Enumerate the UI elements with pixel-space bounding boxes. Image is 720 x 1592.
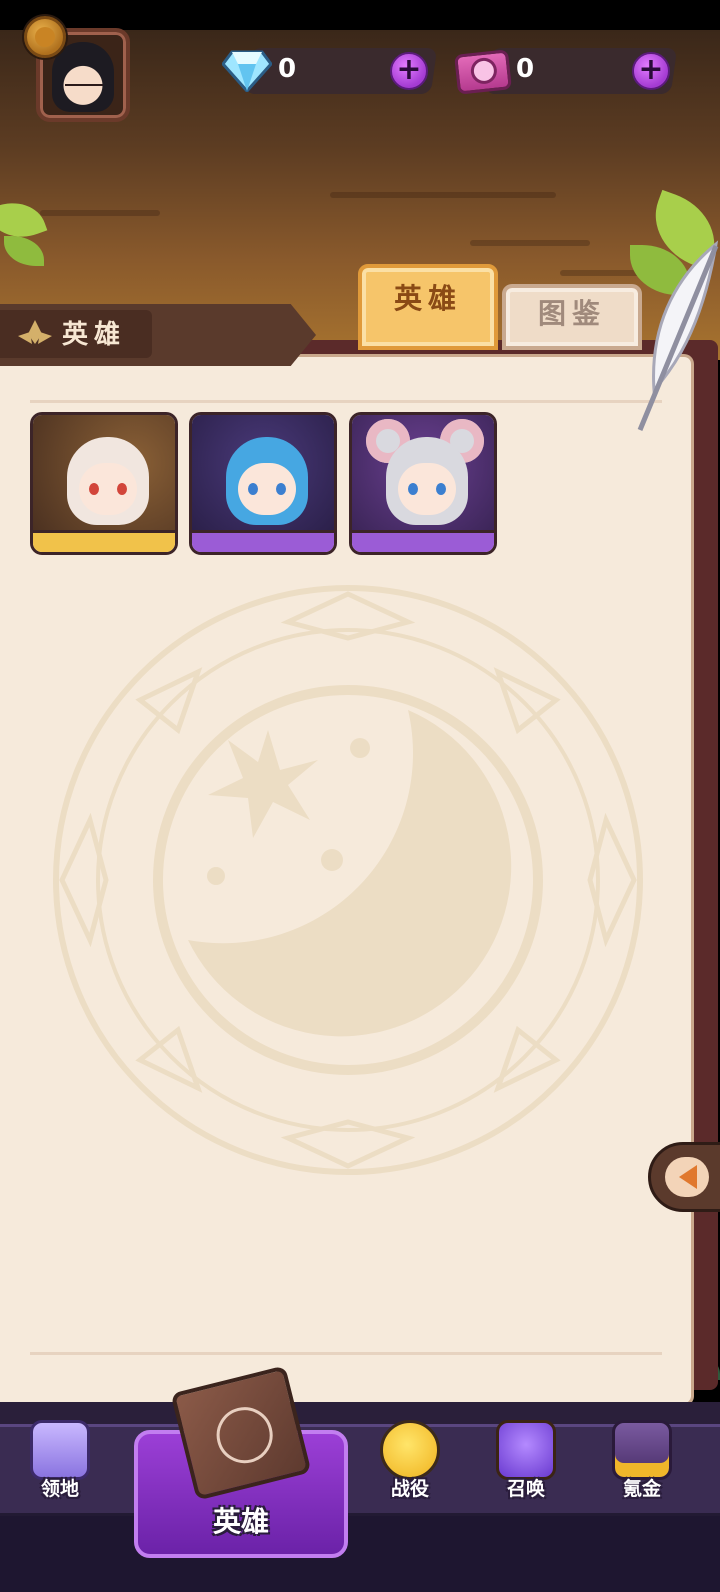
nav-item-territory[interactable]: 领地 xyxy=(10,1420,110,1520)
hero-card[interactable] xyxy=(189,412,337,555)
treasure-chest-icon xyxy=(612,1420,672,1480)
ticket-count: 0 xyxy=(516,54,535,84)
add-ticket-button[interactable]: + xyxy=(632,52,670,90)
diamond-icon xyxy=(222,50,272,92)
tab-codex[interactable]: 图鉴 xyxy=(502,284,642,350)
rarity-bar xyxy=(352,530,494,552)
nav-item-campaign[interactable]: 战役 xyxy=(360,1420,460,1520)
nav-item-heroes-label: 英雄 xyxy=(212,1505,269,1538)
hero-card[interactable] xyxy=(30,412,178,555)
quill-feather-icon xyxy=(637,240,719,431)
rarity-bar xyxy=(192,530,334,552)
tab-heroes[interactable]: 英雄 xyxy=(358,264,498,350)
rarity-bar xyxy=(33,530,175,552)
divider xyxy=(30,1352,662,1355)
diamond-count: 0 xyxy=(278,54,297,84)
level-coin-icon xyxy=(24,16,66,58)
chick-warrior-icon xyxy=(380,1420,440,1480)
castle-icon xyxy=(30,1420,90,1480)
side-panel-toggle-button[interactable] xyxy=(648,1142,720,1212)
status-bar xyxy=(0,0,720,30)
crown-leaf-icon xyxy=(18,320,52,344)
nav-item-summon[interactable]: 召唤 xyxy=(476,1420,576,1520)
section-title: 英雄 xyxy=(62,320,127,350)
divider xyxy=(30,400,662,403)
hero-card[interactable] xyxy=(349,412,497,555)
ticket-icon xyxy=(454,49,512,95)
avatar-portrait xyxy=(52,42,114,112)
nav-item-shop[interactable]: 氪金 xyxy=(592,1420,692,1520)
add-diamond-button[interactable]: + xyxy=(390,52,428,90)
summon-altar-icon xyxy=(496,1420,556,1480)
moon-emblem-icon xyxy=(53,585,643,1175)
